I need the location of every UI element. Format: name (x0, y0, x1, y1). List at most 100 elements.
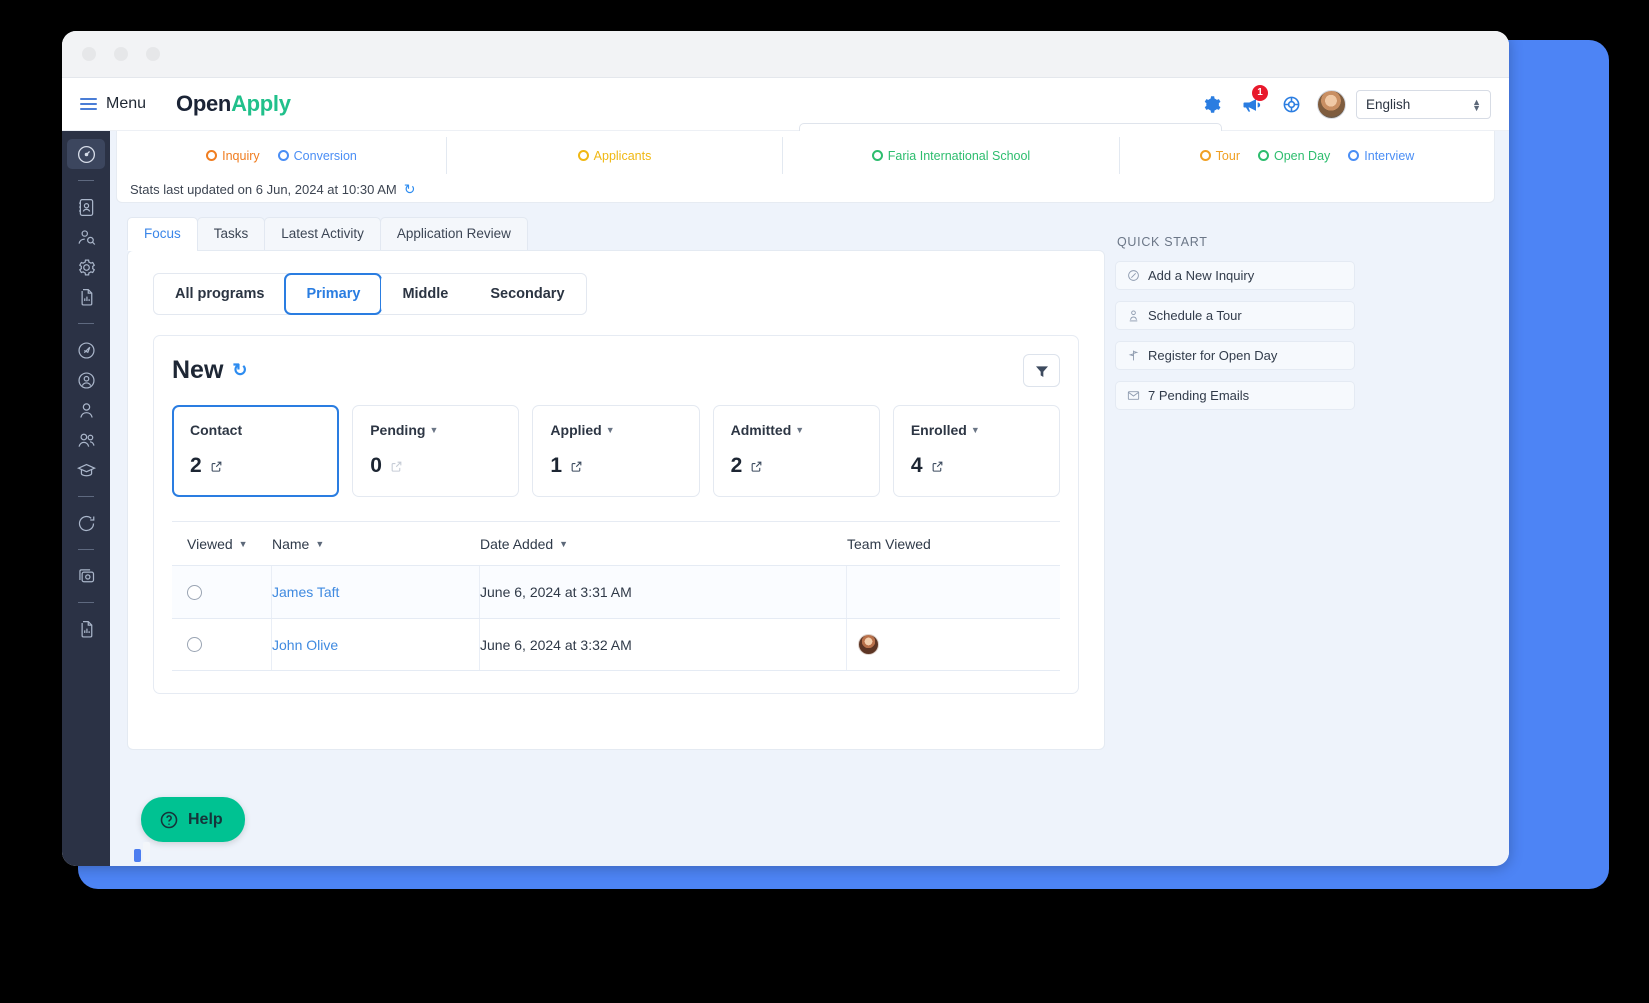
tab-latest-activity[interactable]: Latest Activity (264, 217, 381, 250)
team-viewer-avatar[interactable] (858, 634, 879, 655)
tour-person-icon (1127, 309, 1140, 322)
applicant-name-link[interactable]: John Olive (272, 637, 338, 653)
caret-down-icon[interactable]: ▼ (795, 425, 804, 435)
flag-icon (1127, 349, 1140, 362)
external-link-icon[interactable] (750, 460, 763, 473)
sidebar-item-analytics[interactable] (67, 614, 105, 644)
stat-card-enrolled[interactable]: Enrolled ▼ 4 (892, 405, 1061, 497)
sidebar-item-account[interactable] (67, 365, 105, 395)
refresh-icon[interactable]: ↻ (404, 181, 416, 198)
legend-item-school[interactable]: Faria International School (871, 149, 1030, 163)
stat-card-pending[interactable]: Pending ▼ 0 (352, 405, 520, 497)
caret-down-icon[interactable]: ▼ (429, 425, 438, 435)
tab-tasks[interactable]: Tasks (196, 217, 266, 250)
language-select[interactable]: English ▲ ▼ (1356, 90, 1491, 119)
legend-group-events: Tour Open Day Interview (1120, 137, 1494, 174)
window-maximize-dot[interactable] (146, 47, 160, 61)
viewed-radio[interactable] (187, 584, 202, 600)
sidebar-separator (78, 549, 94, 550)
legend-item-applicants[interactable]: Applicants (577, 149, 651, 163)
help-label: Help (188, 810, 223, 828)
column-label: Viewed (187, 536, 233, 552)
table-row[interactable]: James Taft June 6, 2024 at 3:31 AM (172, 565, 1060, 618)
legend-item-conversion[interactable]: Conversion (277, 149, 357, 163)
brand-logo[interactable]: OpenApply (176, 91, 291, 117)
program-primary[interactable]: Primary (284, 273, 383, 315)
program-secondary[interactable]: Secondary (469, 274, 586, 314)
icon-sidebar (62, 131, 110, 866)
launcher-chip[interactable] (134, 836, 156, 862)
sidebar-item-settings[interactable] (67, 252, 105, 282)
sidebar-item-compass[interactable] (67, 335, 105, 365)
help-button[interactable]: Help (141, 797, 245, 842)
dashboard-gauge-icon (77, 145, 95, 163)
menu-button[interactable]: Menu (80, 95, 146, 113)
applicants-dot-icon (577, 150, 589, 161)
stat-label: Applied (550, 422, 602, 438)
stat-value: 0 (370, 454, 382, 477)
new-panel: New ↻ Contact 2 Pending ▼ 0 Applied ▼ 1 … (153, 335, 1079, 694)
conversion-dot-icon (277, 150, 289, 161)
stat-card-admitted[interactable]: Admitted ▼ 2 (712, 405, 880, 497)
external-link-icon[interactable] (210, 460, 223, 473)
stat-value: 2 (730, 454, 743, 477)
stat-card-applied[interactable]: Applied ▼ 1 (532, 405, 700, 497)
refresh-icon[interactable]: ↻ (232, 360, 247, 381)
sidebar-item-media[interactable] (67, 561, 105, 591)
sidebar-item-dashboard[interactable] (67, 139, 105, 169)
user-icon (79, 402, 93, 418)
table-row[interactable]: John Olive June 6, 2024 at 3:32 AM (172, 618, 1060, 671)
settings-gear-button[interactable] (1191, 95, 1231, 114)
user-avatar[interactable] (1317, 90, 1346, 119)
announcements-button[interactable]: 1 (1231, 84, 1271, 115)
browser-window: Menu OpenApply 1 English ▲ ▼ Search by n… (62, 31, 1509, 866)
quick-start-open-day[interactable]: Register for Open Day (1115, 341, 1355, 370)
legend-item-interview[interactable]: Interview (1348, 149, 1414, 163)
graduation-cap-icon (76, 463, 96, 476)
window-close-dot[interactable] (82, 47, 96, 61)
caret-down-icon[interactable]: ▼ (971, 425, 980, 435)
focus-card: All programs Primary Middle Secondary Ne… (127, 250, 1105, 750)
quick-start-schedule-tour[interactable]: Schedule a Tour (1115, 301, 1355, 330)
stat-card-contact[interactable]: Contact 2 (172, 405, 340, 497)
quick-start-add-inquiry[interactable]: Add a New Inquiry (1115, 261, 1355, 290)
column-header-date-added[interactable]: Date Added ▼ (480, 536, 847, 552)
sidebar-item-families[interactable] (67, 425, 105, 455)
sidebar-item-academics[interactable] (67, 455, 105, 485)
sidebar-item-student[interactable] (67, 395, 105, 425)
tab-application-review[interactable]: Application Review (379, 217, 528, 250)
program-middle[interactable]: Middle (381, 274, 470, 314)
legend-item-inquiry[interactable]: Inquiry (206, 149, 260, 163)
stats-updated-text: Stats last updated on 6 Jun, 2024 at 10:… (117, 174, 1494, 198)
column-header-viewed[interactable]: Viewed ▼ (172, 536, 272, 552)
program-all[interactable]: All programs (154, 274, 286, 314)
menu-label: Menu (106, 95, 147, 112)
help-center-button[interactable] (1271, 95, 1311, 114)
legend-item-open-day[interactable]: Open Day (1258, 149, 1330, 163)
viewed-radio[interactable] (187, 637, 202, 652)
external-link-icon[interactable] (390, 460, 403, 473)
legend-group-inquiry: Inquiry Conversion (117, 137, 447, 174)
sidebar-item-rollover[interactable] (67, 508, 105, 538)
caret-down-icon[interactable]: ▼ (606, 425, 615, 435)
sidebar-item-reports[interactable] (67, 282, 105, 312)
sidebar-item-people-search[interactable] (67, 222, 105, 252)
window-minimize-dot[interactable] (114, 47, 128, 61)
stat-value-wrap: 4 (911, 454, 1042, 478)
stat-label: Contact (190, 422, 243, 438)
reports-icon (81, 288, 92, 306)
new-panel-title-wrap: New ↻ (172, 356, 248, 385)
quick-start-pending-emails[interactable]: 7 Pending Emails (1115, 381, 1355, 410)
column-header-name[interactable]: Name ▼ (272, 536, 480, 552)
applicants-table: Viewed ▼ Name ▼ Date Added ▼ Team Viewed… (172, 521, 1060, 671)
external-link-icon[interactable] (931, 460, 944, 473)
window-titlebar (62, 31, 1509, 78)
sidebar-item-contacts[interactable] (67, 192, 105, 222)
quick-start-label: Schedule a Tour (1148, 308, 1242, 323)
external-link-icon[interactable] (570, 460, 583, 473)
applicant-name-link[interactable]: James Taft (272, 584, 339, 600)
quick-start-label: 7 Pending Emails (1148, 388, 1250, 403)
filter-button[interactable] (1023, 354, 1060, 387)
tab-focus[interactable]: Focus (127, 217, 198, 251)
legend-item-tour[interactable]: Tour (1199, 149, 1240, 163)
